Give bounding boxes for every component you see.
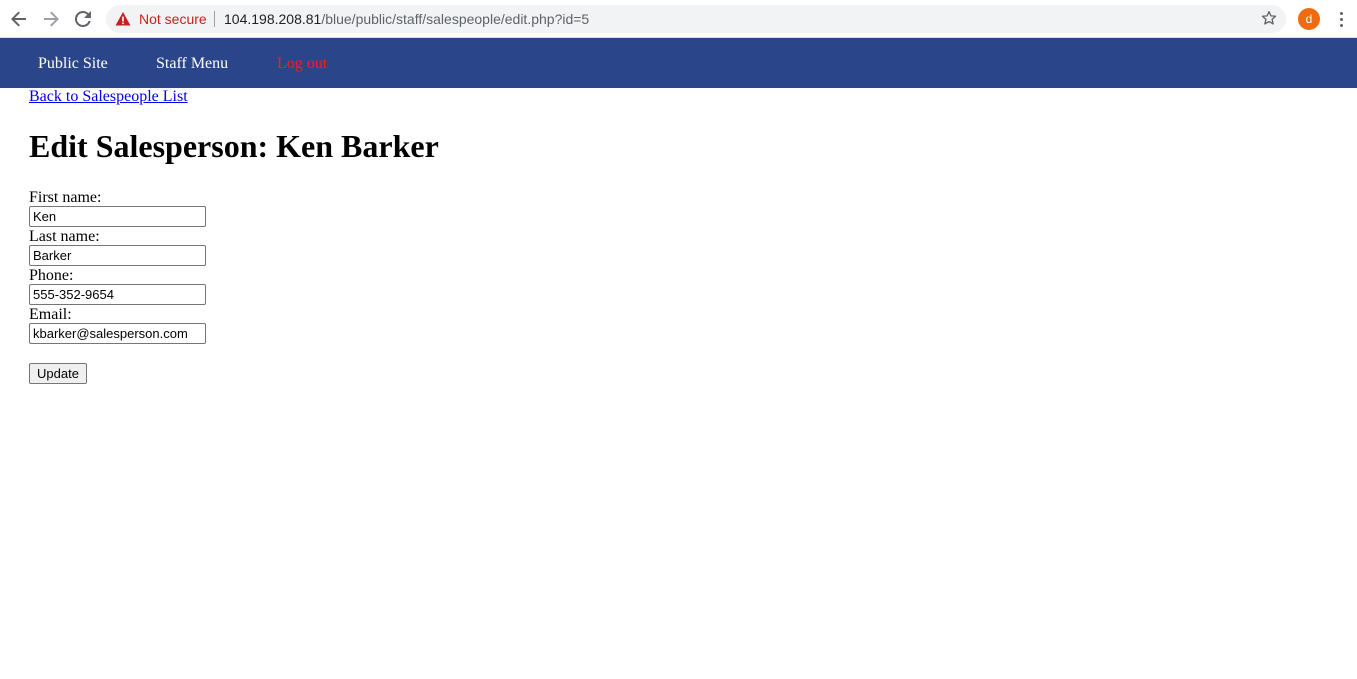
email-label: Email: (29, 306, 72, 323)
site-navigation: Public Site Staff Menu Log out (0, 38, 1357, 88)
back-arrow-icon (11, 11, 26, 27)
nav-public-site-link[interactable]: Public Site (38, 54, 108, 74)
forward-button[interactable] (39, 7, 63, 31)
first-name-field[interactable] (29, 206, 206, 227)
forward-arrow-icon (44, 11, 59, 27)
last-name-field[interactable] (29, 245, 206, 266)
star-icon (1261, 11, 1277, 25)
email-field[interactable] (29, 323, 206, 344)
update-button[interactable]: Update (29, 363, 87, 384)
browser-menu-button[interactable] (1331, 8, 1351, 30)
address-separator (214, 11, 215, 27)
browser-toolbar: Not secure 104.198.208.81/blue/public/st… (0, 0, 1357, 38)
back-button[interactable] (7, 7, 31, 31)
bookmark-button[interactable] (1258, 7, 1280, 29)
warning-icon (115, 12, 131, 26)
phone-field[interactable] (29, 284, 206, 305)
main-content: Back to Salespeople List Edit Salesperso… (29, 88, 1329, 384)
nav-logout-link[interactable]: Log out (277, 54, 327, 74)
last-name-label: Last name: (29, 228, 100, 245)
url-text[interactable]: 104.198.208.81/blue/public/staff/salespe… (224, 10, 589, 28)
back-to-list-link[interactable]: Back to Salespeople List (29, 88, 188, 106)
page-title: Edit Salesperson: Ken Barker (29, 128, 439, 164)
security-status[interactable]: Not secure (139, 10, 207, 28)
edit-salesperson-form: First name: Last name: Phone: Email: Upd… (29, 189, 1329, 384)
reload-icon (75, 11, 91, 27)
more-vert-icon (1339, 11, 1343, 27)
reload-button[interactable] (71, 7, 95, 31)
url-path: /blue/public/staff/salespeople/edit.php?… (321, 11, 590, 27)
profile-avatar[interactable]: d (1298, 8, 1320, 30)
nav-staff-menu-link[interactable]: Staff Menu (156, 54, 228, 74)
address-bar[interactable]: Not secure 104.198.208.81/blue/public/st… (106, 5, 1286, 33)
first-name-label: First name: (29, 189, 102, 206)
url-host: 104.198.208.81 (224, 11, 322, 27)
phone-label: Phone: (29, 267, 74, 284)
